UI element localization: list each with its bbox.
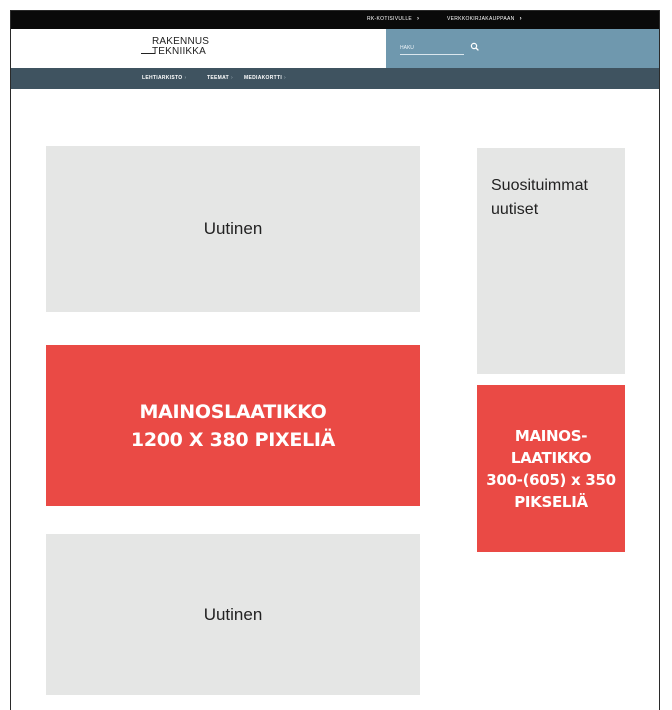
ad-banner-line-1: MAINOSLAATIKKO — [139, 400, 327, 423]
ad-box-sidebar: MAINOS- LAATIKKO 300-(605) x 350 PIKSELI… — [477, 385, 625, 552]
ad-box-line-1: MAINOS- — [514, 426, 588, 445]
main-navigation: LEHTIARKISTO › TEEMAT › MEDIAKORTTI › — [11, 68, 659, 89]
nav-item-label: TEEMAT — [207, 75, 229, 81]
ad-box-line-2: LAATIKKO — [510, 448, 592, 467]
nav-item-label: LEHTIARKISTO — [142, 75, 183, 81]
popular-news-title: Suosituimmat uutiset — [491, 174, 588, 222]
logo-line-2: TEKNIIKKA — [152, 46, 207, 57]
top-bar: RK-KOTISIVULLE › VERKKOKIRJAKAUPPAAN › — [11, 11, 659, 29]
news-placeholder-top: Uutinen — [46, 146, 420, 312]
search-input[interactable] — [400, 42, 464, 55]
nav-separator: › — [284, 75, 286, 81]
search-panel — [386, 29, 659, 68]
search-button[interactable] — [468, 40, 482, 54]
ad-banner-large: MAINOSLAATIKKO 1200 X 380 PIXELIÄ — [46, 345, 420, 506]
nav-item-teemat[interactable]: TEEMAT › — [207, 75, 233, 81]
page-mockup: RK-KOTISIVULLE › VERKKOKIRJAKAUPPAAN › RAK… — [10, 10, 660, 710]
news-placeholder-bottom: Uutinen — [46, 534, 420, 695]
site-logo[interactable]: RAKENNUS TEKNIIKKA — [141, 32, 221, 64]
nav-item-label: MEDIAKORTTI — [244, 75, 283, 81]
bookstore-label: VERKKOKIRJAKAUPPAAN — [447, 16, 515, 22]
rk-homepage-link[interactable]: RK-KOTISIVULLE › — [367, 16, 419, 22]
rk-homepage-label: RK-KOTISIVULLE — [367, 16, 413, 22]
popular-news-line-2: uutiset — [491, 201, 539, 218]
nav-item-mediakortti[interactable]: MEDIAKORTTI › — [244, 75, 286, 81]
search-icon — [470, 42, 479, 51]
ad-banner-text: MAINOSLAATIKKO 1200 X 380 PIXELIÄ — [131, 398, 335, 454]
nav-item-lehtiarkisto[interactable]: LEHTIARKISTO › — [142, 75, 186, 81]
nav-separator: › — [230, 75, 233, 81]
site-header: RAKENNUS TEKNIIKKA — [11, 29, 659, 68]
ad-box-line-4: PIKSELIÄ — [514, 492, 588, 511]
chevron-right-icon: › — [519, 16, 522, 22]
bookstore-link[interactable]: VERKKOKIRJAKAUPPAAN › — [447, 16, 522, 22]
ad-box-text: MAINOS- LAATIKKO 300-(605) x 350 PIKSELI… — [486, 425, 616, 513]
popular-news-line-1: Suosituimmat — [491, 177, 588, 194]
ad-banner-line-2: 1200 X 380 PIXELIÄ — [130, 428, 336, 451]
nav-separator: › — [184, 75, 187, 81]
popular-news-box: Suosituimmat uutiset — [477, 148, 625, 374]
news-label: Uutinen — [203, 219, 263, 238]
chevron-right-icon: › — [417, 16, 420, 22]
news-label: Uutinen — [203, 604, 263, 624]
ad-box-line-3: 300-(605) x 350 — [486, 470, 616, 489]
